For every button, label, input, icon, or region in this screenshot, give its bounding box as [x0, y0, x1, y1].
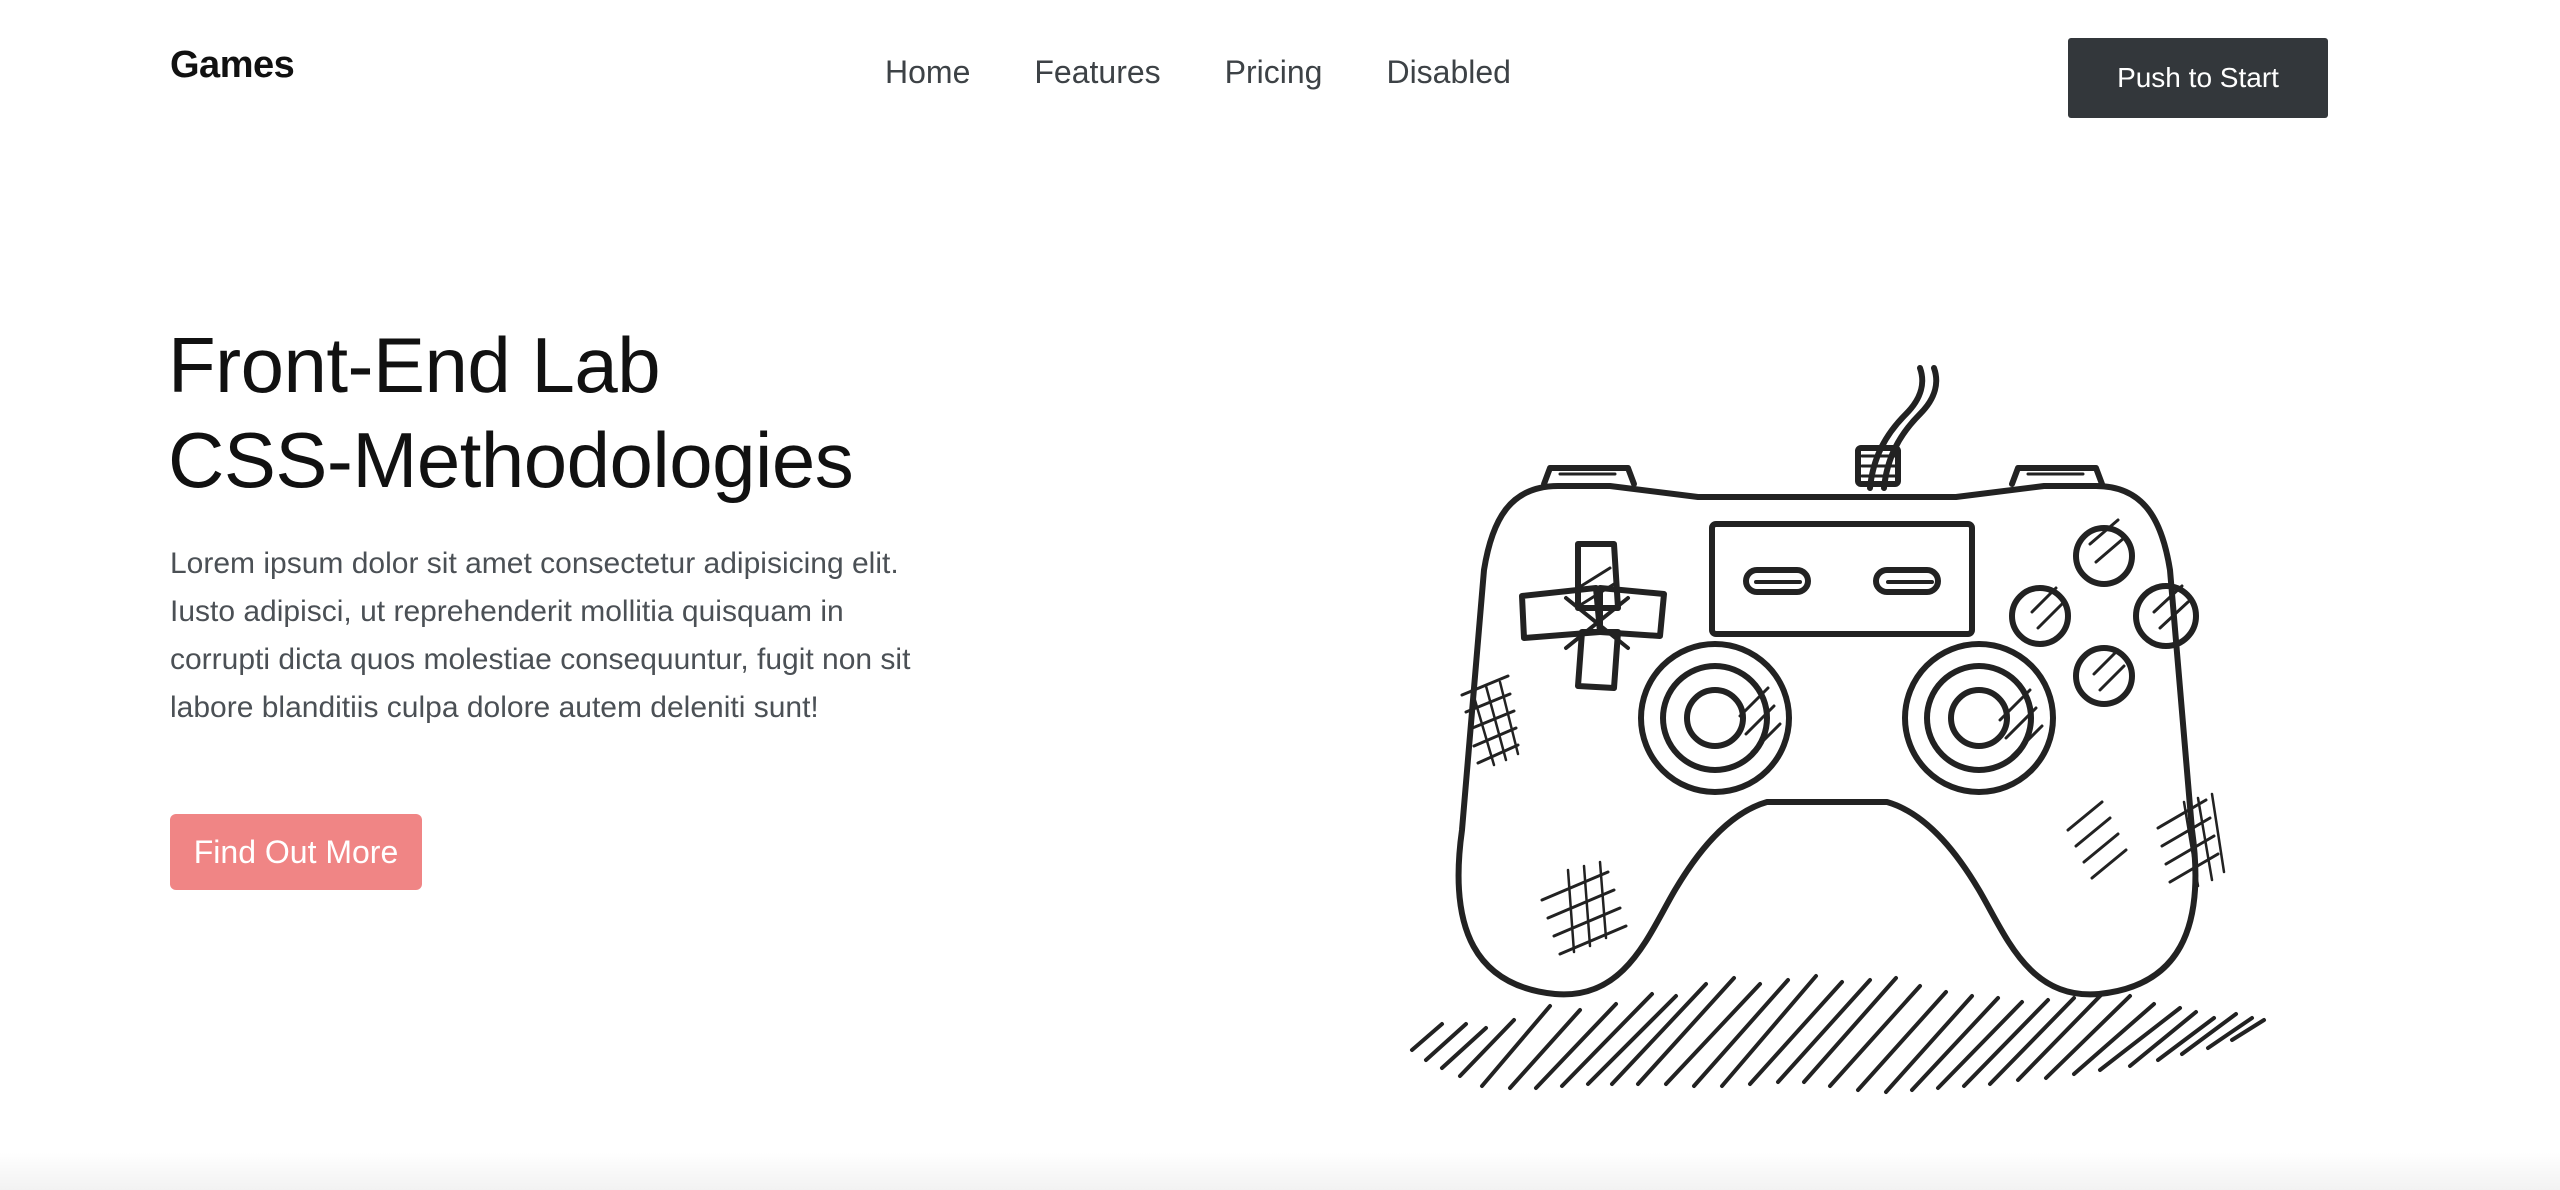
- find-out-more-button[interactable]: Find Out More: [170, 814, 422, 890]
- hero-title-line-1: Front-End Lab: [168, 321, 661, 409]
- nav-item-disabled[interactable]: Disabled: [1386, 54, 1511, 91]
- nav-item-features[interactable]: Features: [1034, 54, 1160, 91]
- nav-item-pricing[interactable]: Pricing: [1225, 54, 1323, 91]
- gamepad-icon: [1410, 365, 2266, 1094]
- main-menu: Home Features Pricing Disabled: [885, 54, 1511, 91]
- brand-logo[interactable]: Games: [170, 44, 295, 87]
- nav-item-home[interactable]: Home: [885, 54, 970, 91]
- hero-title: Front-End Lab CSS-Methodologies: [168, 318, 854, 508]
- page-shadow: [0, 1152, 2560, 1190]
- hero-description: Lorem ipsum dolor sit amet consectetur a…: [170, 547, 911, 724]
- top-navigation: Games Home Features Pricing Disabled Pus…: [0, 0, 2560, 150]
- push-to-start-button[interactable]: Push to Start: [2068, 38, 2328, 118]
- hero-title-line-2: CSS-Methodologies: [168, 416, 854, 504]
